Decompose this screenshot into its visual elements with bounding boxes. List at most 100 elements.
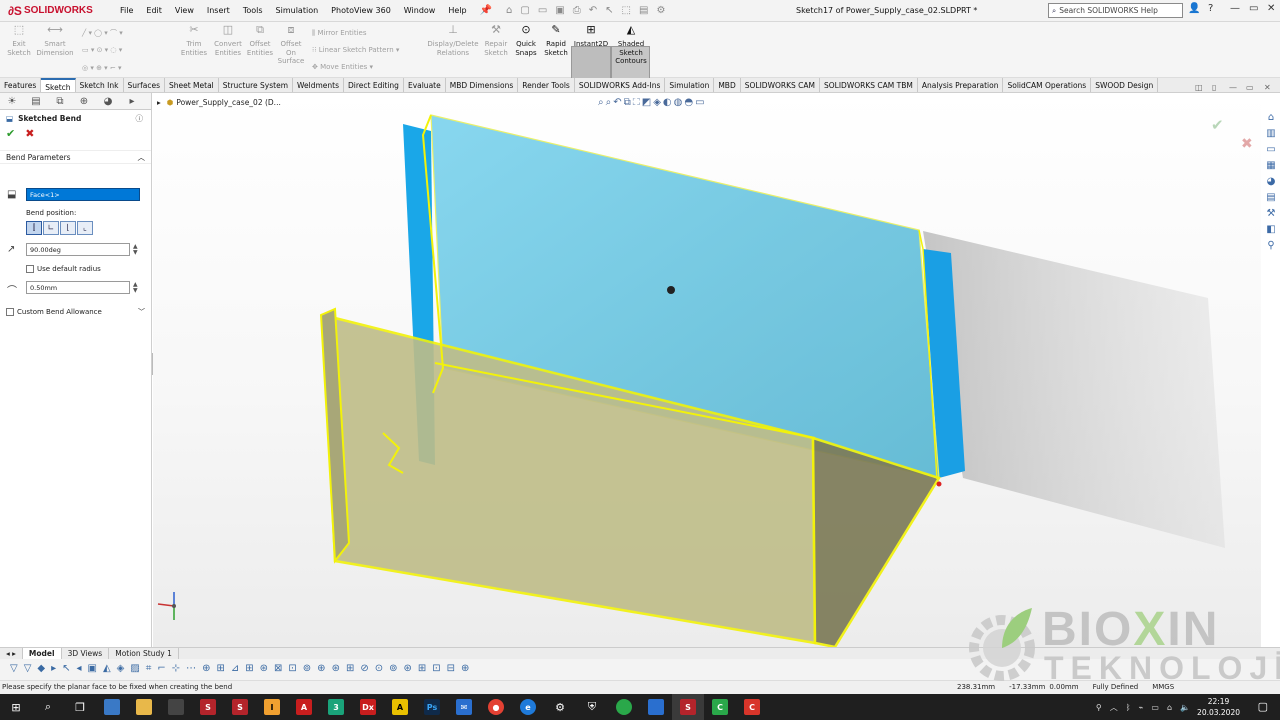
- pin-icon[interactable]: 📌: [480, 5, 492, 16]
- toolbox-icon[interactable]: ⚒: [1267, 208, 1276, 224]
- trim-entities-button[interactable]: ✂ Trim Entities: [178, 24, 210, 57]
- tab-simulation[interactable]: Simulation: [665, 78, 715, 92]
- doc-maximize-icon[interactable]: ▭: [1246, 83, 1254, 92]
- tab-solidworks-cam[interactable]: SOLIDWORKS CAM: [741, 78, 820, 92]
- display-style-icon[interactable]: ◈: [653, 97, 663, 108]
- tray-person-icon[interactable]: ⚲: [1096, 703, 1102, 712]
- radius-spinner[interactable]: ▲ ▼: [133, 282, 138, 294]
- save-icon[interactable]: ▣: [555, 5, 564, 16]
- camtasia-taskbar-icon[interactable]: C: [704, 694, 736, 720]
- heads-up-view-toolbar[interactable]: ⌕⌕↶⧉⛶◩◈◐◍◓▭: [598, 97, 707, 108]
- sheet-format-icon[interactable]: ⚲: [1267, 240, 1274, 256]
- selection-filter-icons[interactable]: ▽▽◆▸↖◂▣◭◈▨⌗⌐⊹⋯⊕⊞⊿⊞⊛⊠⊡⊚⊕⊛⊞⊘⊙⊚⊛⊞⊡⊟⊕: [10, 663, 475, 674]
- solidworks-taskbar-icon-1[interactable]: S: [192, 694, 224, 720]
- panel-more-icon[interactable]: ▸: [120, 96, 144, 107]
- menu-tools[interactable]: Tools: [243, 6, 263, 15]
- tray-chevron-icon[interactable]: ︿: [1110, 702, 1118, 713]
- apply-scene-icon[interactable]: ◓: [684, 97, 695, 108]
- display-manager-tab-icon[interactable]: ◕: [96, 96, 120, 107]
- solidworks-active-taskbar-icon[interactable]: S: [672, 694, 704, 720]
- confirmation-cancel-icon[interactable]: ✖: [1241, 136, 1253, 152]
- app-icon-1[interactable]: [96, 694, 128, 720]
- task-view-icon[interactable]: ❐: [64, 694, 96, 720]
- previous-view-icon[interactable]: ↶: [613, 97, 623, 108]
- tab-solidworks-cam-tbm[interactable]: SOLIDWORKS CAM TBM: [820, 78, 918, 92]
- menu-edit[interactable]: Edit: [146, 6, 162, 15]
- tab-analysis-preparation[interactable]: Analysis Preparation: [918, 78, 1004, 92]
- forum-icon[interactable]: ◧: [1266, 224, 1275, 240]
- print-icon[interactable]: ⎙: [573, 5, 581, 16]
- feature-manager-tab-icon[interactable]: ☀: [0, 96, 24, 107]
- help-search-input[interactable]: ⌕ Search SOLIDWORKS Help: [1048, 3, 1183, 18]
- user-icon[interactable]: 👤: [1188, 3, 1200, 14]
- settings-taskbar-icon[interactable]: ⚙: [544, 694, 576, 720]
- material-inside-icon[interactable]: ∟: [43, 221, 59, 235]
- design-library-icon[interactable]: ▥: [1266, 128, 1275, 144]
- file-properties-icon[interactable]: ▤: [639, 5, 648, 16]
- tab-mbd[interactable]: MBD: [714, 78, 741, 92]
- green-app-taskbar-icon[interactable]: [608, 694, 640, 720]
- menu-simulation[interactable]: Simulation: [276, 6, 319, 15]
- bend-radius-input[interactable]: 0.50mm: [26, 281, 130, 294]
- nav-arrows-icon[interactable]: ◂ ▸: [0, 648, 23, 659]
- offset-entities-button[interactable]: ⧉ Offset Entities: [245, 24, 275, 57]
- dimxpert-tab-icon[interactable]: ⊕: [72, 96, 96, 107]
- tab-sketch-ink[interactable]: Sketch Ink: [76, 78, 124, 92]
- action-center-icon[interactable]: ▢: [1258, 700, 1268, 713]
- tab-swood-design[interactable]: SWOOD Design: [1091, 78, 1159, 92]
- angle-spinner[interactable]: ▲ ▼: [133, 244, 138, 256]
- convert-entities-button[interactable]: ◫ Convert Entities: [211, 24, 245, 57]
- tray-volume-icon[interactable]: 🔈: [1180, 703, 1190, 712]
- tab-evaluate[interactable]: Evaluate: [404, 78, 446, 92]
- bend-parameters-header[interactable]: Bend Parameters ︿: [0, 150, 151, 164]
- view-settings-icon[interactable]: ▭: [695, 97, 706, 108]
- tray-network-icon[interactable]: ⌂: [1167, 703, 1172, 712]
- offset-on-surface-button[interactable]: ⧈ Offset On Surface: [277, 24, 305, 66]
- new-document-icon[interactable]: ▢: [520, 5, 529, 16]
- material-outside-icon[interactable]: ⌊: [60, 221, 76, 235]
- open-folder-icon[interactable]: ▭: [538, 5, 547, 16]
- tab-solidworks-addins[interactable]: SOLIDWORKS Add-Ins: [575, 78, 666, 92]
- blue-app-taskbar-icon[interactable]: [640, 694, 672, 720]
- instant2d-button[interactable]: ⊞ Instant2D: [572, 24, 610, 49]
- tab-sketch[interactable]: Sketch: [41, 78, 76, 92]
- view-palette-icon[interactable]: ▦: [1266, 160, 1275, 176]
- menu-insert[interactable]: Insert: [207, 6, 230, 15]
- acrobat-taskbar-icon[interactable]: A: [288, 694, 320, 720]
- select-icon[interactable]: ↖: [605, 5, 613, 16]
- menu-file[interactable]: File: [120, 6, 133, 15]
- bend-angle-input[interactable]: 90.00deg: [26, 243, 130, 256]
- quick-snaps-button[interactable]: ⊙ Quick Snaps: [513, 24, 539, 57]
- store-taskbar-icon[interactable]: [160, 694, 192, 720]
- tab-direct-editing[interactable]: Direct Editing: [344, 78, 404, 92]
- bend-outside-icon[interactable]: ⌞: [77, 221, 93, 235]
- minimize-icon[interactable]: —: [1230, 3, 1240, 14]
- red-c-taskbar-icon[interactable]: C: [736, 694, 768, 720]
- graphics-area[interactable]: [153, 93, 1261, 649]
- autocad-like-taskbar-icon[interactable]: A: [384, 694, 416, 720]
- custom-bend-allowance-checkbox[interactable]: [6, 308, 14, 316]
- security-taskbar-icon[interactable]: ⛨: [576, 694, 608, 720]
- line-tools-icon[interactable]: ╱ ▾ ◯ ▾ ⌒ ▾: [82, 28, 123, 38]
- doc-minimize-icon[interactable]: —: [1229, 83, 1237, 92]
- bend-centerline-icon[interactable]: ⫿: [26, 221, 42, 235]
- configuration-manager-tab-icon[interactable]: ⧉: [48, 96, 72, 107]
- edge-taskbar-icon[interactable]: e: [512, 694, 544, 720]
- file-explorer-icon[interactable]: ▭: [1266, 144, 1275, 160]
- close-icon[interactable]: ✕: [1267, 3, 1275, 14]
- start-windows-icon[interactable]: ⊞: [0, 694, 32, 720]
- tab-features[interactable]: Features: [0, 78, 42, 92]
- slot-tools-icon[interactable]: ◎ ▾ ⊕ ▾ ⌐ ▾: [82, 64, 122, 72]
- help-icon[interactable]: ?: [1208, 3, 1213, 14]
- tab-weldments[interactable]: Weldments: [293, 78, 344, 92]
- cancel-x-icon[interactable]: ✖: [25, 127, 34, 140]
- illustrator-like-taskbar-icon[interactable]: I: [256, 694, 288, 720]
- doc-restore-icon[interactable]: ▯: [1212, 83, 1216, 92]
- confirmation-ok-icon[interactable]: ✔: [1211, 116, 1224, 134]
- move-entities-button[interactable]: ✥ Move Entities ▾: [312, 63, 373, 71]
- home-icon[interactable]: ⌂: [506, 5, 512, 16]
- exit-sketch-button[interactable]: ⬚ Exit Sketch: [4, 24, 34, 57]
- expand-chevron-icon[interactable]: ﹀: [138, 307, 145, 317]
- hide-show-icon[interactable]: ◐: [663, 97, 674, 108]
- menu-window[interactable]: Window: [404, 6, 436, 15]
